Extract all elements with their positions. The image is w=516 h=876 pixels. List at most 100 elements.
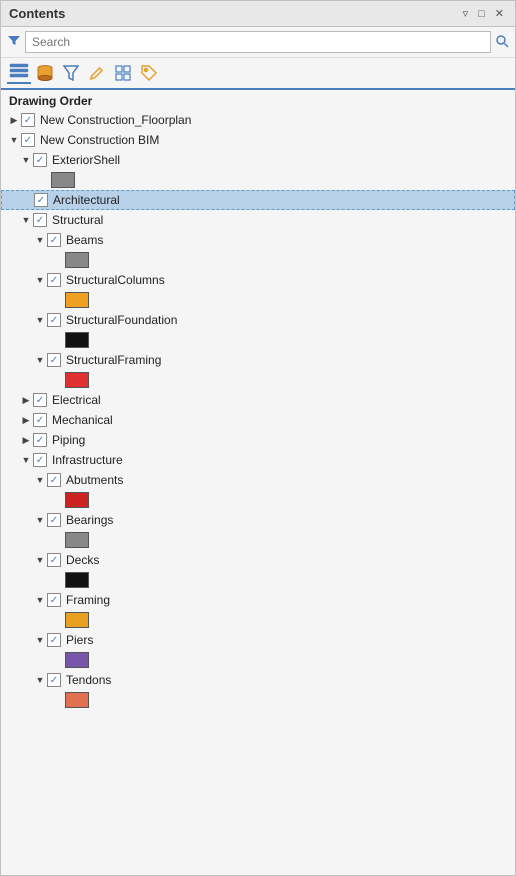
filter-icon[interactable] bbox=[7, 34, 21, 51]
arrow-abutments[interactable] bbox=[33, 475, 47, 485]
checkbox-piers[interactable] bbox=[47, 633, 61, 647]
checkbox-bim[interactable] bbox=[21, 133, 35, 147]
minimize-button[interactable]: ▿ bbox=[460, 6, 472, 21]
swatch-piers[interactable] bbox=[65, 652, 89, 668]
label-infrastructure: Infrastructure bbox=[52, 453, 123, 467]
swatch-beams[interactable] bbox=[65, 252, 89, 268]
label-decks: Decks bbox=[66, 553, 99, 567]
tree-item-structuralfoundation[interactable]: StructuralFoundation bbox=[1, 310, 515, 330]
tree-item-framing[interactable]: Framing bbox=[1, 590, 515, 610]
label-electrical: Electrical bbox=[52, 393, 101, 407]
tree-item-mechanical[interactable]: Mechanical bbox=[1, 410, 515, 430]
checkbox-mechanical[interactable] bbox=[33, 413, 47, 427]
arrow-framing[interactable] bbox=[33, 595, 47, 605]
tree-item-bearings[interactable]: Bearings bbox=[1, 510, 515, 530]
checkbox-architectural[interactable] bbox=[34, 193, 48, 207]
label-framing: Framing bbox=[66, 593, 110, 607]
tree-item-framing-swatch[interactable] bbox=[1, 610, 515, 630]
tree-item-piers[interactable]: Piers bbox=[1, 630, 515, 650]
swatch-exterior[interactable] bbox=[51, 172, 75, 188]
label-floorplan: New Construction_Floorplan bbox=[40, 113, 191, 127]
label-piping: Piping bbox=[52, 433, 85, 447]
restore-button[interactable]: □ bbox=[475, 7, 488, 21]
arrow-decks[interactable] bbox=[33, 555, 47, 565]
checkbox-structuralfoundation[interactable] bbox=[47, 313, 61, 327]
checkbox-bearings[interactable] bbox=[47, 513, 61, 527]
arrow-structuralframing[interactable] bbox=[33, 355, 47, 365]
tree-item-decks[interactable]: Decks bbox=[1, 550, 515, 570]
toolbar-filter-button[interactable] bbox=[59, 62, 83, 84]
tree-item-electrical[interactable]: Electrical bbox=[1, 390, 515, 410]
search-icon[interactable] bbox=[495, 34, 509, 51]
checkbox-infrastructure[interactable] bbox=[33, 453, 47, 467]
arrow-structuralcolumns[interactable] bbox=[33, 275, 47, 285]
swatch-tendons[interactable] bbox=[65, 692, 89, 708]
tree-item-piers-swatch[interactable] bbox=[1, 650, 515, 670]
swatch-structuralcolumns[interactable] bbox=[65, 292, 89, 308]
checkbox-piping[interactable] bbox=[33, 433, 47, 447]
arrow-infrastructure[interactable] bbox=[19, 455, 33, 465]
swatch-decks[interactable] bbox=[65, 572, 89, 588]
tree-item-piping[interactable]: Piping bbox=[1, 430, 515, 450]
tree-item-structuralcolumns[interactable]: StructuralColumns bbox=[1, 270, 515, 290]
toolbar-tag-button[interactable] bbox=[137, 62, 161, 84]
search-input[interactable] bbox=[25, 31, 491, 53]
checkbox-floorplan[interactable] bbox=[21, 113, 35, 127]
tree-item-architectural[interactable]: Architectural bbox=[1, 190, 515, 210]
checkbox-framing[interactable] bbox=[47, 593, 61, 607]
tree-item-infrastructure[interactable]: Infrastructure bbox=[1, 450, 515, 470]
tree-item-tendons[interactable]: Tendons bbox=[1, 670, 515, 690]
arrow-exterior[interactable] bbox=[19, 155, 33, 165]
tree-container[interactable]: New Construction_Floorplan New Construct… bbox=[1, 110, 515, 875]
panel-title: Contents bbox=[9, 6, 65, 21]
toolbar-pencil-button[interactable] bbox=[85, 62, 109, 84]
tree-item-abutments[interactable]: Abutments bbox=[1, 470, 515, 490]
checkbox-decks[interactable] bbox=[47, 553, 61, 567]
label-structuralfoundation: StructuralFoundation bbox=[66, 313, 177, 327]
tree-item-structuralcolumns-swatch[interactable] bbox=[1, 290, 515, 310]
toolbar-layers-button[interactable] bbox=[7, 62, 31, 84]
swatch-abutments[interactable] bbox=[65, 492, 89, 508]
tree-item-beams-swatch[interactable] bbox=[1, 250, 515, 270]
tree-item-decks-swatch[interactable] bbox=[1, 570, 515, 590]
arrow-structuralfoundation[interactable] bbox=[33, 315, 47, 325]
label-bearings: Bearings bbox=[66, 513, 113, 527]
toolbar-grid-button[interactable] bbox=[111, 62, 135, 84]
tree-item-bearings-swatch[interactable] bbox=[1, 530, 515, 550]
swatch-bearings[interactable] bbox=[65, 532, 89, 548]
swatch-structuralfoundation[interactable] bbox=[65, 332, 89, 348]
toolbar-cylinder-button[interactable] bbox=[33, 62, 57, 84]
checkbox-electrical[interactable] bbox=[33, 393, 47, 407]
arrow-bearings[interactable] bbox=[33, 515, 47, 525]
tree-item-structuralframing[interactable]: StructuralFraming bbox=[1, 350, 515, 370]
checkbox-beams[interactable] bbox=[47, 233, 61, 247]
checkbox-structuralcolumns[interactable] bbox=[47, 273, 61, 287]
close-button[interactable]: ✕ bbox=[492, 6, 507, 21]
checkbox-exterior[interactable] bbox=[33, 153, 47, 167]
arrow-bim[interactable] bbox=[7, 135, 21, 145]
tree-item-structuralframing-swatch[interactable] bbox=[1, 370, 515, 390]
tree-item-structural[interactable]: Structural bbox=[1, 210, 515, 230]
arrow-piping[interactable] bbox=[19, 435, 33, 446]
tree-item-bim[interactable]: New Construction BIM bbox=[1, 130, 515, 150]
tree-item-exterior-swatch[interactable] bbox=[1, 170, 515, 190]
checkbox-structuralframing[interactable] bbox=[47, 353, 61, 367]
arrow-floorplan[interactable] bbox=[7, 115, 21, 126]
tree-item-floorplan[interactable]: New Construction_Floorplan bbox=[1, 110, 515, 130]
checkbox-tendons[interactable] bbox=[47, 673, 61, 687]
arrow-beams[interactable] bbox=[33, 235, 47, 245]
tree-item-structuralfoundation-swatch[interactable] bbox=[1, 330, 515, 350]
swatch-structuralframing[interactable] bbox=[65, 372, 89, 388]
arrow-mechanical[interactable] bbox=[19, 415, 33, 426]
tree-item-tendons-swatch[interactable] bbox=[1, 690, 515, 710]
swatch-framing[interactable] bbox=[65, 612, 89, 628]
tree-item-abutments-swatch[interactable] bbox=[1, 490, 515, 510]
arrow-electrical[interactable] bbox=[19, 395, 33, 406]
tree-item-exterior[interactable]: ExteriorShell bbox=[1, 150, 515, 170]
tree-item-beams[interactable]: Beams bbox=[1, 230, 515, 250]
arrow-structural[interactable] bbox=[19, 215, 33, 225]
arrow-piers[interactable] bbox=[33, 635, 47, 645]
checkbox-abutments[interactable] bbox=[47, 473, 61, 487]
checkbox-structural[interactable] bbox=[33, 213, 47, 227]
arrow-tendons[interactable] bbox=[33, 675, 47, 685]
